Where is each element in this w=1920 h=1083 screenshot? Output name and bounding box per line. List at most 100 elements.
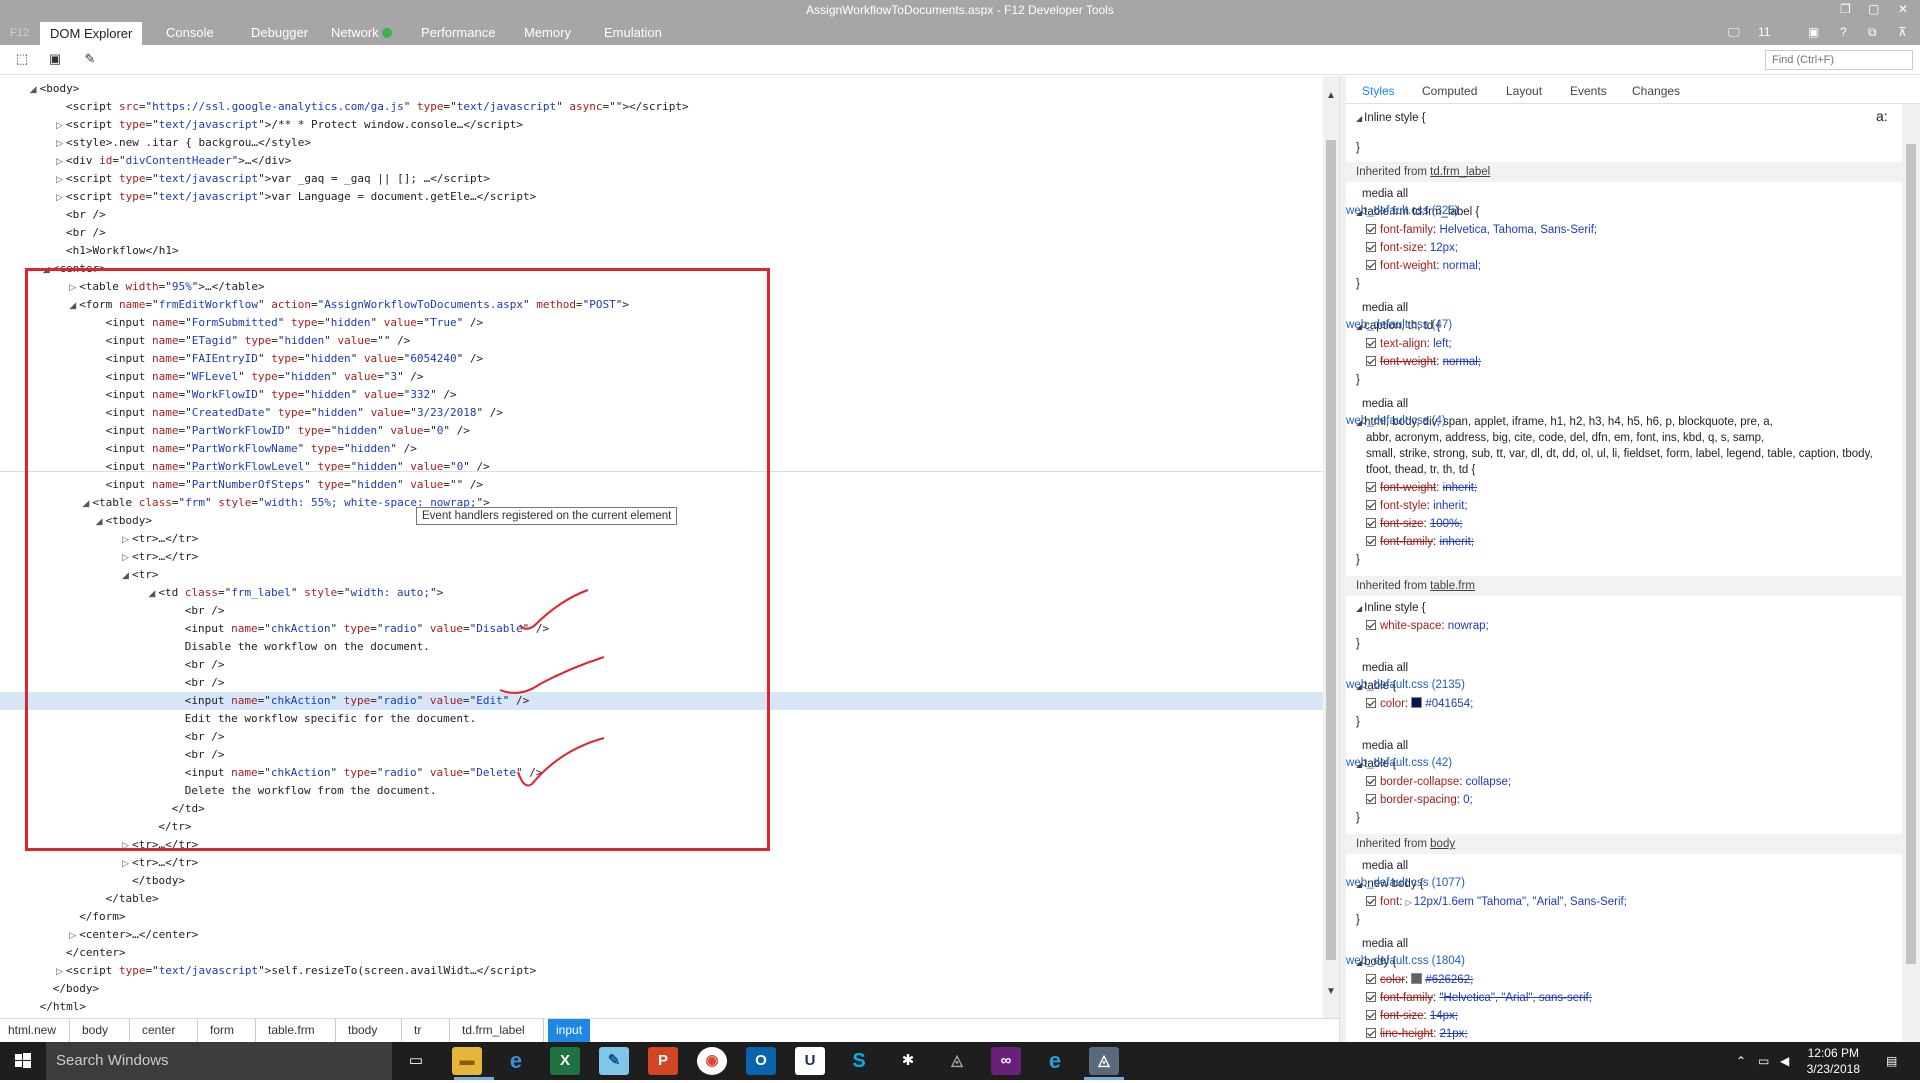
tab-events[interactable]: Events (1570, 84, 1607, 98)
style-property[interactable]: font-weight: normal; (1366, 354, 1481, 371)
property-value[interactable]: Helvetica, Tahoma, Sans-Serif; (1439, 224, 1597, 236)
expand-icon[interactable]: ▷ (56, 135, 66, 153)
source-link[interactable]: web_default.css (1077) (1346, 877, 1894, 889)
tab-dom-explorer[interactable]: DOM Explorer (40, 22, 143, 45)
color-picker-icon[interactable]: ✎ (82, 51, 98, 67)
tab-performance[interactable]: Performance (421, 25, 495, 40)
property-value[interactable]: 100%; (1430, 518, 1463, 530)
dom-node[interactable]: <input name="PartWorkFlowName" type="hid… (0, 440, 1323, 458)
inherited-link[interactable]: table.frm (1430, 580, 1475, 592)
style-property[interactable]: line-height: 21px; (1366, 1026, 1468, 1042)
property-value[interactable]: 21px; (1439, 1028, 1467, 1040)
dom-node[interactable]: ▷ <tr>…</tr> (0, 854, 1323, 872)
property-checkbox[interactable] (1366, 482, 1376, 492)
dom-node[interactable]: <br /> (0, 656, 1323, 674)
dom-node[interactable]: ◢ <body> (0, 80, 1323, 98)
property-name[interactable]: color (1380, 974, 1405, 986)
dom-node[interactable]: <br /> (0, 728, 1323, 746)
tab-console[interactable]: Console (166, 25, 214, 40)
dom-node[interactable]: <h1>Workflow</h1> (0, 242, 1323, 260)
dom-node[interactable]: ▷ <tr>…</tr> (0, 530, 1323, 548)
property-checkbox[interactable] (1366, 1028, 1376, 1038)
ie-icon[interactable]: e (1040, 1047, 1070, 1075)
dom-node[interactable]: <input name="WFLevel" type="hidden" valu… (0, 368, 1323, 386)
property-value[interactable]: #626262; (1425, 974, 1473, 986)
property-name[interactable]: text-align (1380, 338, 1427, 350)
taskbar-search[interactable]: Search Windows (46, 1042, 392, 1080)
property-name[interactable]: line-height (1380, 1028, 1433, 1040)
style-property[interactable]: border-collapse: collapse; (1366, 774, 1511, 791)
start-button[interactable] (0, 1042, 46, 1080)
collapse-icon[interactable]: ◢ (148, 585, 158, 603)
dom-node[interactable]: Delete the workflow from the document. (0, 782, 1323, 800)
pin-icon[interactable]: ⊼ (1898, 25, 1907, 39)
expand-icon[interactable]: ▷ (122, 837, 132, 855)
property-name[interactable]: border-spacing (1380, 794, 1457, 806)
property-name[interactable]: font-weight (1380, 260, 1436, 272)
u-app-icon[interactable]: U (795, 1047, 825, 1075)
tab-memory[interactable]: Memory (524, 25, 571, 40)
style-property[interactable]: border-spacing: 0; (1366, 792, 1473, 809)
dom-node[interactable]: ◢ <td class="frm_label" style="width: aut… (0, 584, 1323, 602)
source-link[interactable]: web_default.css (47) (1346, 319, 1894, 331)
dom-node[interactable]: ▷ <script type="text/javascript">/** * Pr… (0, 116, 1323, 134)
breadcrumb-item[interactable]: html.new (8, 1019, 56, 1042)
dom-scrollbar[interactable]: ▲ ▼ (1323, 76, 1339, 1018)
dom-node[interactable]: </td> (0, 800, 1323, 818)
inline-style-rule[interactable]: ◢ Inline style { (1356, 110, 1426, 127)
property-value[interactable]: 14px; (1430, 1010, 1458, 1022)
collapse-icon[interactable]: ◢ (1356, 604, 1362, 613)
file-explorer-icon[interactable]: ▬ (452, 1047, 482, 1075)
property-checkbox[interactable] (1366, 518, 1376, 528)
expand-icon[interactable]: ▷ (56, 153, 66, 171)
scroll-up-icon[interactable]: ▲ (1325, 90, 1337, 101)
tab-layout[interactable]: Layout (1506, 84, 1542, 98)
skype-icon[interactable]: S (844, 1047, 874, 1075)
tray-arrow-icon[interactable]: ⌃ (1736, 1054, 1746, 1068)
breadcrumb-item[interactable]: td.frm_label (462, 1019, 525, 1042)
error-count[interactable]: 11 (1758, 25, 1770, 39)
style-property[interactable]: text-align: left; (1366, 336, 1452, 353)
source-link[interactable]: web_default.css (325) (1346, 205, 1894, 217)
property-checkbox[interactable] (1366, 896, 1376, 906)
expand-icon[interactable]: ▷ (122, 549, 132, 567)
dom-node[interactable]: ▷ <tr>…</tr> (0, 836, 1323, 854)
edge-icon[interactable]: e (501, 1047, 531, 1075)
dom-tree[interactable]: ◢ <body> <script src="https://ssl.google-a… (0, 76, 1323, 1018)
dom-node[interactable]: <input name="PartWorkFlowLevel" type="hi… (0, 458, 1323, 476)
monitor-icon[interactable]: 🖵 (1728, 25, 1740, 40)
property-value[interactable]: #041654; (1425, 698, 1473, 710)
dom-node[interactable]: ▷ <script type="text/javascript">var _gaq… (0, 170, 1323, 188)
collapse-icon[interactable]: ◢ (43, 261, 53, 279)
clock[interactable]: 12:06 PM 3/23/2018 (1807, 1045, 1860, 1077)
dom-node[interactable]: ▷ <div id="divContentHeader">…</div> (0, 152, 1323, 170)
dom-node[interactable]: <input name="FormSubmitted" type="hidden… (0, 314, 1323, 332)
help-icon[interactable]: ? (1840, 25, 1847, 39)
visual-studio-icon[interactable]: ∞ (991, 1047, 1021, 1075)
inherited-link[interactable]: td.frm_label (1430, 166, 1490, 178)
dom-node[interactable]: ▷ <script type="text/javascript">self.res… (0, 962, 1323, 980)
notifications-icon[interactable]: ▤ (1886, 1054, 1897, 1068)
dom-scroll-thumb[interactable] (1326, 140, 1336, 960)
property-checkbox[interactable] (1366, 1010, 1376, 1020)
property-checkbox[interactable] (1366, 260, 1376, 270)
property-value[interactable]: collapse; (1466, 776, 1511, 788)
rule-selector[interactable]: ◢ Inline style { (1356, 600, 1426, 617)
breadcrumb-item[interactable]: form (210, 1019, 234, 1042)
collapse-icon[interactable]: ◢ (82, 495, 92, 513)
tab-changes[interactable]: Changes (1632, 84, 1680, 98)
dom-node[interactable]: </form> (0, 908, 1323, 926)
style-property[interactable]: font-size: 100%; (1366, 516, 1462, 533)
property-name[interactable]: font (1380, 896, 1399, 908)
style-property[interactable]: font-weight: normal; (1366, 258, 1481, 275)
source-link[interactable]: web_default.css (1804) (1346, 955, 1894, 967)
tab-styles[interactable]: Styles (1362, 84, 1395, 98)
dom-node[interactable]: <br /> (0, 602, 1323, 620)
dom-node[interactable]: ▷ <style>.new .itar { backgrou…</style> (0, 134, 1323, 152)
dom-node[interactable]: <input name="chkAction" type="radio" val… (0, 764, 1323, 782)
property-value[interactable]: 12px/1.6em "Tahoma", "Arial", Sans-Serif… (1414, 896, 1627, 908)
dom-node[interactable]: <input name="CreatedDate" type="hidden" … (0, 404, 1323, 422)
property-name[interactable]: color (1380, 698, 1405, 710)
tab-emulation[interactable]: Emulation (604, 25, 662, 40)
maximize-icon[interactable]: ▢ (1868, 2, 1879, 16)
